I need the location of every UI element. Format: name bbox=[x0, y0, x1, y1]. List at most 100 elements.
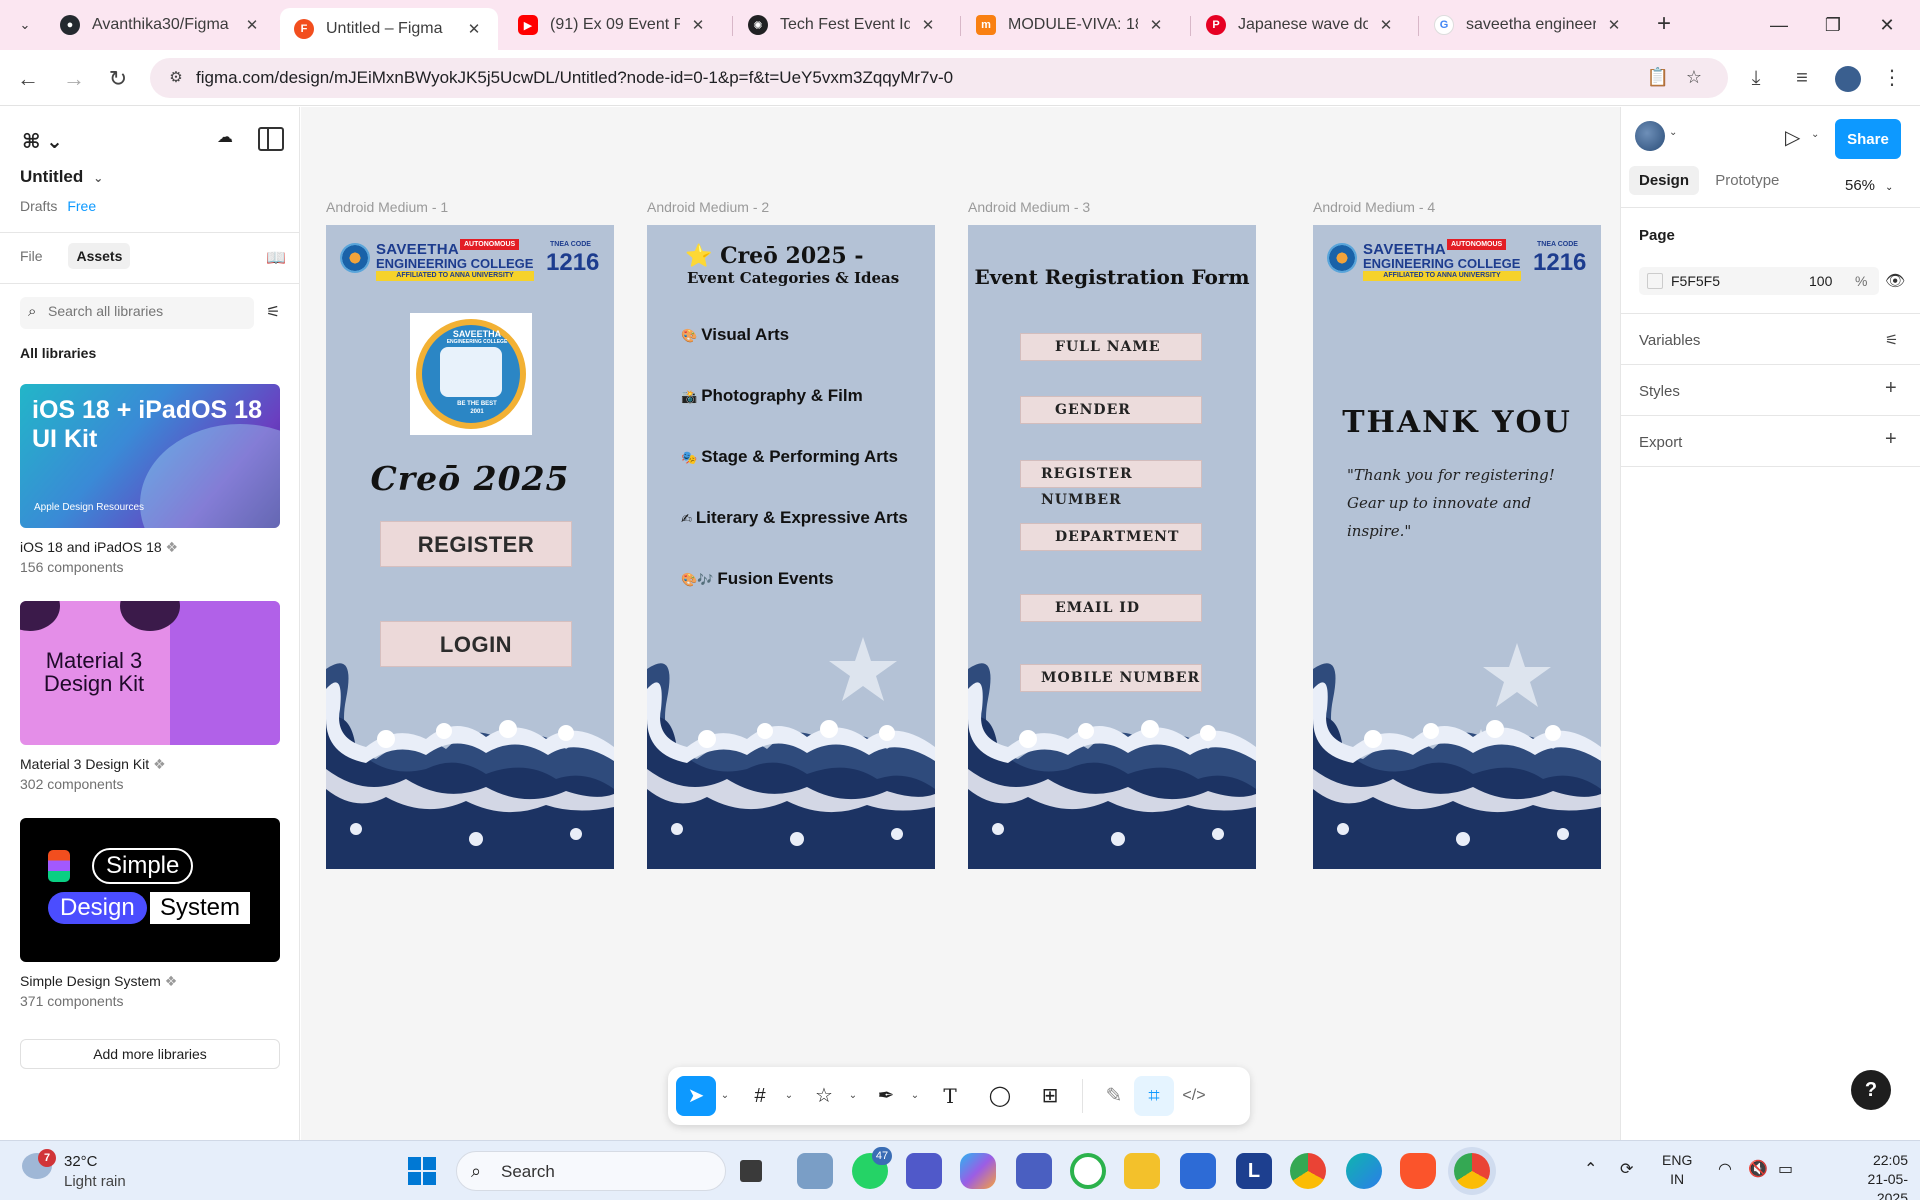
library-name[interactable]: iOS 18 and iPadOS 18 ❖ bbox=[20, 539, 178, 556]
close-window-icon[interactable]: ✕ bbox=[1864, 10, 1910, 40]
close-tab-icon[interactable]: ✕ bbox=[1604, 16, 1624, 34]
user-avatar[interactable] bbox=[1635, 121, 1665, 151]
library-search-input[interactable] bbox=[48, 303, 248, 319]
tab-file[interactable]: File bbox=[20, 248, 43, 264]
minimize-icon[interactable]: — bbox=[1756, 10, 1802, 40]
tab-prototype[interactable]: Prototype bbox=[1705, 166, 1789, 195]
figma-menu-icon[interactable]: ⌘ ⌄ bbox=[22, 129, 63, 154]
page-fill-opacity[interactable]: 100 bbox=[1809, 273, 1832, 289]
color-swatch[interactable] bbox=[1647, 273, 1663, 289]
frame-label[interactable]: Android Medium - 4 bbox=[1313, 199, 1435, 215]
task-view-icon[interactable] bbox=[740, 1160, 762, 1182]
omnibox[interactable]: ⚙ figma.com/design/mJEiMxnBWyokJK5j5UcwD… bbox=[150, 58, 1728, 98]
filter-sliders-icon[interactable]: ⚟ bbox=[266, 302, 280, 322]
styles-section[interactable]: Styles bbox=[1639, 383, 1680, 400]
forward-arrow-icon[interactable]: → bbox=[58, 63, 90, 95]
close-tab-icon[interactable]: ✕ bbox=[918, 16, 938, 34]
whatsapp-icon[interactable]: 47 bbox=[852, 1147, 892, 1189]
media-control-icon[interactable]: ≡ bbox=[1786, 62, 1818, 94]
frame-tool-icon[interactable]: # bbox=[740, 1076, 780, 1116]
library-name[interactable]: Simple Design System ❖ bbox=[20, 973, 177, 990]
restore-icon[interactable]: ❐ bbox=[1810, 10, 1856, 40]
export-section[interactable]: Export bbox=[1639, 434, 1682, 451]
chevron-down-icon[interactable]: ⌄ bbox=[908, 1076, 922, 1116]
site-settings-icon[interactable]: ⚙ bbox=[166, 68, 186, 88]
windows-start-icon[interactable] bbox=[408, 1157, 436, 1185]
file-explorer-icon[interactable] bbox=[1124, 1153, 1160, 1189]
tab-figma-active[interactable]: F Untitled – Figma ✕ bbox=[280, 8, 498, 50]
page-fill-hex[interactable]: F5F5F5 bbox=[1671, 273, 1720, 289]
text-tool-icon[interactable]: T bbox=[930, 1076, 970, 1116]
page-fill-row[interactable]: F5F5F5 100 % bbox=[1639, 267, 1879, 295]
chevron-down-icon[interactable]: ⌄ bbox=[782, 1076, 796, 1116]
clipboard-icon[interactable]: 📋 bbox=[1646, 67, 1670, 91]
l-app-icon[interactable]: L bbox=[1236, 1153, 1272, 1189]
library-card-material[interactable]: Material 3 Design Kit bbox=[20, 601, 280, 745]
register-button[interactable]: REGISTER bbox=[380, 521, 572, 567]
figma-canvas[interactable]: Android Medium - 1 Android Medium - 2 An… bbox=[301, 107, 1620, 1140]
brave-icon[interactable] bbox=[1400, 1153, 1436, 1189]
toggle-panel-icon[interactable] bbox=[258, 127, 284, 151]
comment-tool-icon[interactable]: ◯ bbox=[980, 1076, 1020, 1116]
gender-field[interactable]: GENDER bbox=[1020, 396, 1202, 424]
edge-icon[interactable] bbox=[1346, 1153, 1382, 1189]
frame-android-medium-1[interactable]: SAVEETHA AUTONOMOUS ENGINEERING COLLEGE … bbox=[326, 225, 614, 869]
variables-section[interactable]: Variables bbox=[1639, 332, 1700, 349]
cloud-offline-icon[interactable]: ☁ bbox=[212, 127, 238, 151]
library-book-icon[interactable]: 📖 bbox=[266, 248, 286, 268]
wifi-icon[interactable]: ◠ bbox=[1718, 1159, 1732, 1179]
copilot-icon[interactable] bbox=[960, 1153, 996, 1189]
full-name-field[interactable]: FULL NAME bbox=[1020, 333, 1202, 361]
system-clock[interactable]: 22:05 21-05-2025 bbox=[1842, 1151, 1908, 1200]
tab-design[interactable]: Design bbox=[1629, 166, 1700, 195]
move-tool-cursor-icon[interactable]: ➤ bbox=[676, 1076, 716, 1116]
download-icon[interactable]: ⤓ bbox=[1740, 62, 1772, 94]
add-export-plus-icon[interactable]: + bbox=[1885, 428, 1897, 451]
actions-grid-icon[interactable]: ⊞ bbox=[1030, 1076, 1070, 1116]
frame-label[interactable]: Android Medium - 2 bbox=[647, 199, 769, 215]
add-style-plus-icon[interactable]: + bbox=[1885, 377, 1897, 400]
register-number-field[interactable]: REGISTER NUMBER bbox=[1020, 460, 1202, 508]
tab-chatgpt[interactable]: ✺ Tech Fest Event Idea ✕ bbox=[734, 8, 952, 42]
add-more-libraries-button[interactable]: Add more libraries bbox=[20, 1039, 280, 1069]
url-text[interactable]: figma.com/design/mJEiMxnBWyokJK5j5UcwDL/… bbox=[196, 68, 953, 88]
draw-mode-icon[interactable]: ✎ bbox=[1094, 1076, 1134, 1116]
chrome-active-icon[interactable] bbox=[1454, 1153, 1490, 1189]
profile-avatar-icon[interactable] bbox=[1832, 62, 1864, 94]
weather-description[interactable]: Light rain bbox=[64, 1173, 126, 1190]
library-card-ios[interactable]: iOS 18 + iPadOS 18 UI Kit Apple Design R… bbox=[20, 384, 280, 528]
language-indicator[interactable]: ENG IN bbox=[1662, 1151, 1692, 1189]
speaker-muted-icon[interactable]: 🔇 bbox=[1748, 1159, 1768, 1179]
help-button[interactable]: ? bbox=[1851, 1070, 1891, 1110]
close-tab-icon[interactable]: ✕ bbox=[1146, 16, 1166, 34]
chevron-down-icon[interactable]: ⌄ bbox=[1811, 129, 1819, 140]
close-tab-icon[interactable]: ✕ bbox=[688, 16, 708, 34]
sync-icon[interactable]: ⟳ bbox=[1620, 1159, 1633, 1179]
browser-menu-icon[interactable]: ⋮ bbox=[1876, 62, 1908, 94]
new-tab-plus-icon[interactable]: + bbox=[1650, 11, 1678, 39]
file-name[interactable]: Untitled ⌄ bbox=[20, 167, 103, 187]
present-play-icon[interactable]: ▷ bbox=[1785, 125, 1800, 150]
close-tab-icon[interactable]: ✕ bbox=[242, 16, 262, 34]
plan-badge[interactable]: Free bbox=[67, 198, 96, 214]
show-hidden-icons-chevron[interactable]: ⌃ bbox=[1584, 1159, 1597, 1179]
design-mode-icon[interactable]: ⌗ bbox=[1134, 1076, 1174, 1116]
chevron-down-icon[interactable]: ⌄ bbox=[718, 1076, 732, 1116]
taskbar-search[interactable]: ⌕ Search bbox=[456, 1151, 726, 1191]
tab-youtube[interactable]: ▶ (91) Ex 09 Event Regi ✕ bbox=[504, 8, 722, 42]
department-field[interactable]: DEPARTMENT bbox=[1020, 523, 1202, 551]
share-button[interactable]: Share bbox=[1835, 119, 1901, 159]
library-card-simple[interactable]: Simple Design System bbox=[20, 818, 280, 962]
frame-label[interactable]: Android Medium - 1 bbox=[326, 199, 448, 215]
tab-moodle[interactable]: m MODULE-VIVA: 1852 ✕ bbox=[962, 8, 1180, 42]
frame-label[interactable]: Android Medium - 3 bbox=[968, 199, 1090, 215]
star-shape-tool-icon[interactable]: ☆ bbox=[804, 1076, 844, 1116]
frame-android-medium-2[interactable]: ⭐ Creō 2025 - Event Categories & Ideas 🎨… bbox=[647, 225, 935, 869]
tab-pinterest[interactable]: P Japanese wave dood ✕ bbox=[1192, 8, 1410, 42]
email-field[interactable]: EMAIL ID bbox=[1020, 594, 1202, 622]
pen-tool-icon[interactable]: ✒ bbox=[866, 1076, 906, 1116]
battery-icon[interactable]: ▭ bbox=[1778, 1159, 1793, 1179]
microsoft-store-icon[interactable] bbox=[1180, 1153, 1216, 1189]
vpn-app-icon[interactable] bbox=[1016, 1153, 1052, 1189]
back-arrow-icon[interactable]: ← bbox=[12, 63, 44, 95]
